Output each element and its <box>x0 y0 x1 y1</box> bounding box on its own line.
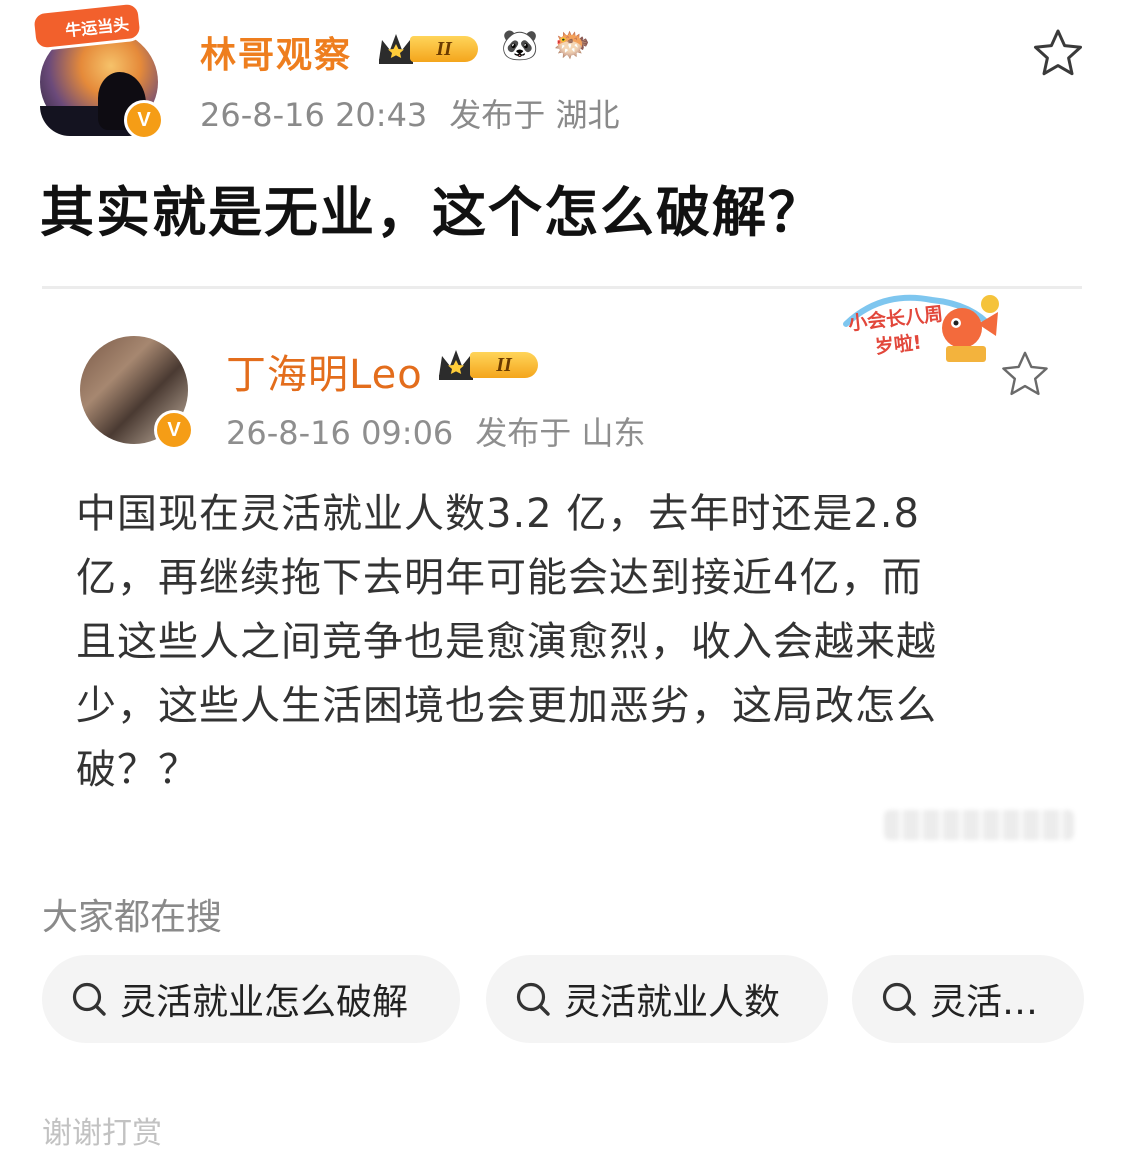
author-avatar[interactable]: 牛运当头 V <box>30 0 164 140</box>
quoted-text-line: 少，这些人生活困境也会更加恶劣，这局改怎么 <box>76 683 937 729</box>
search-icon <box>516 982 550 1016</box>
member-level-badge[interactable]: II <box>376 30 486 64</box>
search-chip-label: 灵活就业人数 <box>564 982 781 1023</box>
quoted-text-line: 破？？ <box>76 747 199 793</box>
search-chip[interactable]: 灵活就业人数 <box>486 955 828 1043</box>
quoted-level-label: II <box>470 352 538 378</box>
pufferfish-icon: 🐡 <box>553 28 591 63</box>
author-name[interactable]: 林哥观察 <box>200 26 352 78</box>
anniversary-badge: 小会长八周岁啦! <box>842 290 1010 370</box>
search-chip[interactable]: 灵活就业怎么破解 <box>42 955 460 1043</box>
quoted-favorite-star-icon <box>1002 351 1048 396</box>
tip-section-heading: 谢谢打赏 <box>42 1116 162 1151</box>
quoted-author-name: 丁海明Leo <box>226 352 423 398</box>
level-label: II <box>410 36 478 62</box>
search-icon <box>72 982 106 1016</box>
quoted-post-meta: 26-8-16 09:06 发布于 山东 <box>226 408 645 454</box>
quoted-text-line: 中国现在灵活就业人数3.2 亿，去年时还是2.8 <box>76 491 920 537</box>
verified-icon: V <box>124 100 164 140</box>
search-chip-label: 灵活… <box>930 982 1039 1023</box>
quoted-post-text: 中国现在灵活就业人数3.2 亿，去年时还是2.8 亿，再继续拖下去明年可能会达到… <box>76 482 1066 802</box>
blurred-watermark <box>884 810 1074 840</box>
quoted-verified-icon: V <box>154 410 194 450</box>
search-chip[interactable]: 灵活… <box>852 955 1084 1043</box>
avatar-decoration-badge: 牛运当头 <box>30 0 144 52</box>
favorite-star-icon[interactable] <box>1032 28 1084 78</box>
search-chip-label: 灵活就业怎么破解 <box>120 982 409 1023</box>
search-icon <box>882 982 916 1016</box>
panda-icon: 🐼 <box>501 28 539 63</box>
post-meta: 26-8-16 20:43 发布于 湖北 <box>200 90 619 136</box>
post-text: 其实就是无业，这个怎么破解？ <box>40 181 824 244</box>
quoted-post-date: 26-8-16 09:06 <box>226 414 454 452</box>
quoted-member-level-badge: II <box>436 346 546 380</box>
quoted-post-location: 发布于 山东 <box>475 414 646 452</box>
hot-search-heading: 大家都在搜 <box>42 897 223 938</box>
post-location: 发布于 湖北 <box>449 96 620 134</box>
quoted-text-line: 且这些人之间竞争也是愈演愈烈，收入会越来越 <box>76 619 937 665</box>
quoted-author-avatar: V <box>80 336 194 450</box>
quoted-text-line: 亿，再继续拖下去明年可能会达到接近4亿，而 <box>76 555 923 601</box>
post-date: 26-8-16 20:43 <box>200 96 428 134</box>
